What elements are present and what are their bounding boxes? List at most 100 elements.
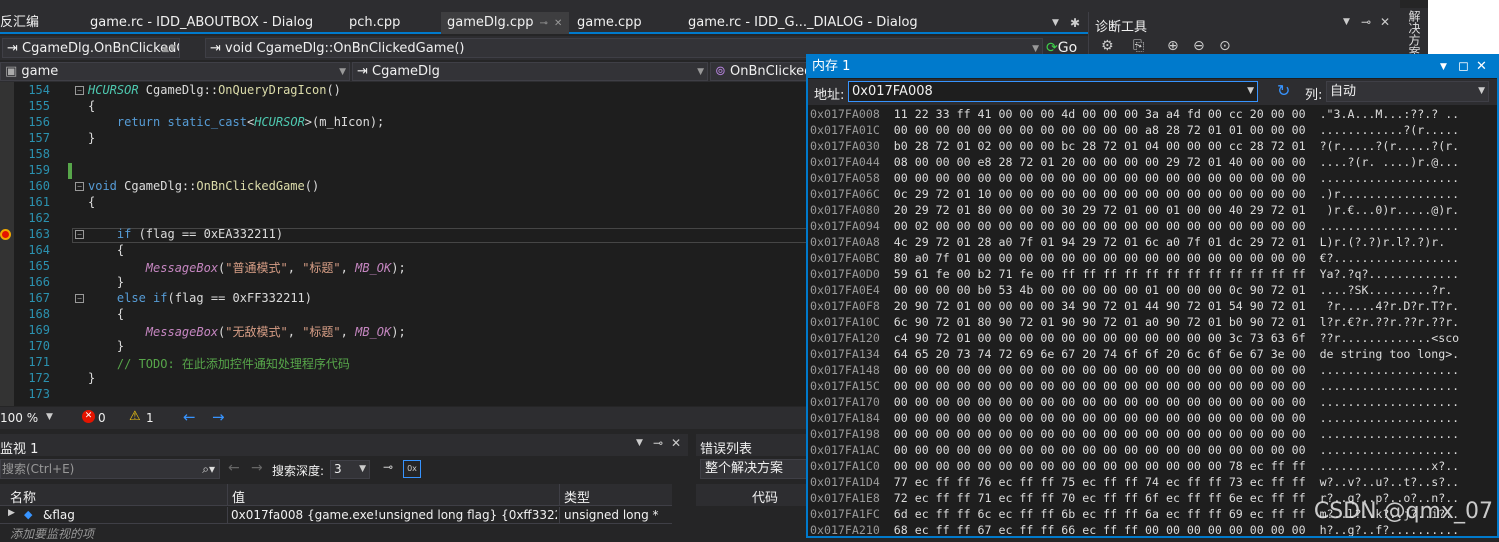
memory-row-ascii[interactable]: w?..v?..u?..t?..s?.. xyxy=(1320,475,1460,489)
memory-row-ascii[interactable]: )r.€...0)r.....@)r. xyxy=(1320,203,1460,217)
memory-row-ascii[interactable]: h?..g?..f?.......... xyxy=(1320,523,1460,536)
project-dropdown[interactable]: ▣ game▼ xyxy=(0,62,350,81)
watch-search-input[interactable]: 搜索(Ctrl+E) ⌕▾ xyxy=(0,459,220,479)
member-scope-dropdown[interactable]: ⊚ OnBnClicked xyxy=(710,62,808,81)
tab-overflow-icon[interactable]: ▼ xyxy=(1052,12,1059,34)
memory-row-hex[interactable]: 59 61 fe 00 b2 71 fe 00 ff ff ff ff ff f… xyxy=(880,267,1320,281)
solution-explorer-side-tab[interactable]: 解决方案 xyxy=(1400,8,1428,58)
memory-row[interactable]: 0x017FA030 b0 28 72 01 02 00 00 00 bc 28… xyxy=(810,138,1459,154)
memory-row-ascii[interactable]: ............?(r..... xyxy=(1320,123,1460,137)
code-line[interactable]: { xyxy=(88,195,95,209)
memory-row-ascii[interactable]: L)r.(?.?)r.l?.?)r. xyxy=(1320,235,1446,249)
memory-row-hex[interactable]: 00 00 00 00 00 00 00 00 00 00 00 00 00 0… xyxy=(880,171,1320,185)
pin-icon[interactable]: ⊸ xyxy=(653,436,663,450)
code-line[interactable]: { xyxy=(88,307,124,321)
memory-row[interactable]: 0x017FA0E4 00 00 00 00 b0 53 4b 00 00 00… xyxy=(810,282,1452,298)
memory-row[interactable]: 0x017FA1AC 00 00 00 00 00 00 00 00 00 00… xyxy=(810,442,1459,458)
memory-row[interactable]: 0x017FA0A8 4c 29 72 01 28 a0 7f 01 94 29… xyxy=(810,234,1445,250)
col-divider[interactable] xyxy=(227,484,228,506)
settings-gear-icon[interactable]: ⚙ xyxy=(1101,38,1114,54)
add-watch-hint[interactable]: 添加要监视的项 xyxy=(10,525,94,542)
memory-row-ascii[interactable]: l?r.€?r.??r.??r.??r. xyxy=(1320,315,1460,329)
export-icon[interactable]: ⎘ xyxy=(1133,38,1144,54)
maximize-icon[interactable]: ◻ xyxy=(1458,56,1469,78)
memory-row-hex[interactable]: 00 00 00 00 b0 53 4b 00 00 00 00 00 01 0… xyxy=(880,283,1320,297)
memory-row-ascii[interactable]: .................... xyxy=(1320,379,1460,393)
memory-row-ascii[interactable]: .................... xyxy=(1320,411,1460,425)
forward-arrow-icon[interactable]: → xyxy=(251,460,263,476)
memory-row-hex[interactable]: 00 00 00 00 00 00 00 00 00 00 00 00 a8 2… xyxy=(880,123,1320,137)
memory-row[interactable]: 0x017FA10C 6c 90 72 01 80 90 72 01 90 90… xyxy=(810,314,1459,330)
columns-dropdown[interactable]: 自动 ▼ xyxy=(1326,81,1489,102)
memory-row[interactable]: 0x017FA094 00 02 00 00 00 00 00 00 00 00… xyxy=(810,218,1459,234)
memory-row-ascii[interactable]: ?(r.....?(r.....?(r. xyxy=(1320,139,1460,153)
memory-row-hex[interactable]: 00 00 00 00 00 00 00 00 00 00 00 00 00 0… xyxy=(880,411,1320,425)
memory-row-hex[interactable]: c4 90 72 01 00 00 00 00 00 00 00 00 00 0… xyxy=(880,331,1320,345)
nav-forward-icon[interactable]: → xyxy=(212,408,225,426)
settings-gear-icon[interactable]: ✱ xyxy=(1070,12,1080,34)
code-line[interactable]: // TODO: 在此添加控件通知处理程序代码 xyxy=(88,355,350,372)
pin-watch-icon[interactable]: ⊸ xyxy=(383,460,393,474)
pin-icon[interactable]: ⊸ xyxy=(1361,15,1371,29)
pane-menu-icon[interactable]: ▼ xyxy=(1343,17,1350,27)
col-value-header[interactable]: 值 xyxy=(232,487,245,506)
nav-back-icon[interactable]: ← xyxy=(183,408,196,426)
memory-row-ascii[interactable]: .................... xyxy=(1320,395,1460,409)
pin-icon[interactable]: ⊸ xyxy=(540,18,548,29)
fold-collapse-icon[interactable]: − xyxy=(75,86,84,95)
memory-row-ascii[interactable]: .................... xyxy=(1320,171,1460,185)
memory-row-hex[interactable]: 00 00 00 00 00 00 00 00 00 00 00 00 00 0… xyxy=(880,443,1320,457)
code-editor[interactable]: 154−HCURSOR CgameDlg::OnQueryDragIcon()1… xyxy=(0,82,808,406)
memory-row[interactable]: 0x017FA0BC 80 a0 7f 01 00 00 00 00 00 00… xyxy=(810,250,1459,266)
memory-row-hex[interactable]: 20 90 72 01 00 00 00 00 34 90 72 01 44 9… xyxy=(880,299,1320,313)
code-line[interactable]: return static_cast<HCURSOR>(m_hIcon); xyxy=(88,115,384,129)
code-line[interactable]: } xyxy=(88,131,95,145)
memory-title-bar[interactable]: 内存 1 ▼ ◻ ✕ xyxy=(808,56,1497,78)
memory-row[interactable]: 0x017FA06C 0c 29 72 01 10 00 00 00 00 00… xyxy=(810,186,1459,202)
col-name-header[interactable]: 名称 xyxy=(10,487,36,506)
memory-row-hex[interactable]: 20 29 72 01 80 00 00 00 30 29 72 01 00 0… xyxy=(880,203,1320,217)
memory-row[interactable]: 0x017FA080 20 29 72 01 80 00 00 00 30 29… xyxy=(810,202,1459,218)
memory-row-hex[interactable]: 6d ec ff ff 6c ec ff ff 6b ec ff ff 6a e… xyxy=(880,507,1320,521)
close-icon[interactable]: ✕ xyxy=(1380,15,1390,29)
fold-collapse-icon[interactable]: − xyxy=(75,182,84,191)
pane-menu-icon[interactable]: ▼ xyxy=(636,438,643,448)
memory-row-ascii[interactable]: ....?SK.........?r. xyxy=(1320,283,1453,297)
close-icon[interactable]: ✕ xyxy=(671,436,681,450)
memory-row-ascii[interactable]: ................x?.. xyxy=(1320,459,1460,473)
code-line[interactable]: if (flag == 0xEA332211) xyxy=(88,227,283,241)
code-line[interactable]: MessageBox("普通模式", "标题", MB_OK); xyxy=(88,259,406,276)
zoom-level[interactable]: 100 % xyxy=(0,411,38,425)
memory-row-hex[interactable]: 00 00 00 00 00 00 00 00 00 00 00 00 00 0… xyxy=(880,395,1320,409)
memory-row-ascii[interactable]: ??r.............<sco xyxy=(1320,331,1460,345)
code-line[interactable]: } xyxy=(88,339,124,353)
memory-row-hex[interactable]: 68 ec ff ff 67 ec ff ff 66 ec ff ff 00 0… xyxy=(880,523,1320,536)
address-input[interactable]: 0x017FA008 ▼ xyxy=(848,81,1258,102)
memory-row[interactable]: 0x017FA01C 00 00 00 00 00 00 00 00 00 00… xyxy=(810,122,1459,138)
memory-row-ascii[interactable]: .................... xyxy=(1320,443,1460,457)
code-line[interactable]: HCURSOR CgameDlg::OnQueryDragIcon() xyxy=(88,83,341,97)
memory-row-hex[interactable]: 00 02 00 00 00 00 00 00 00 00 00 00 00 0… xyxy=(880,219,1320,233)
tab-aboutbox-dialog[interactable]: game.rc - IDD_ABOUTBOX - Dialog xyxy=(90,12,313,34)
watch-row[interactable]: ▶ ◆ &flag 0x017fa008 {game.exe!unsigned … xyxy=(0,507,672,524)
memory-row-ascii[interactable]: €?.................. xyxy=(1320,251,1460,265)
tab-gamedlg-cpp[interactable]: gameDlg.cpp⊸✕ xyxy=(441,12,569,34)
memory-row-hex[interactable]: 77 ec ff ff 76 ec ff ff 75 ec ff ff 74 e… xyxy=(880,475,1320,489)
pane-menu-icon[interactable]: ▼ xyxy=(1440,56,1447,78)
breakpoint-margin[interactable] xyxy=(0,82,14,406)
memory-row[interactable]: 0x017FA044 08 00 00 00 e8 28 72 01 20 00… xyxy=(810,154,1459,170)
zoom-chevron-icon[interactable]: ▼ xyxy=(46,412,53,422)
code-line[interactable]: else if(flag == 0xFF332211) xyxy=(88,291,312,305)
warning-count[interactable]: 1 xyxy=(146,411,154,425)
watch-row-value[interactable]: 0x017fa008 {game.exe!unsigned long flag}… xyxy=(231,508,557,522)
zoom-in-icon[interactable]: ⊕ xyxy=(1167,38,1179,54)
memory-dump[interactable]: 0x017FA008 11 22 33 ff 41 00 00 00 4d 00… xyxy=(808,105,1497,536)
memory-row-hex[interactable]: 00 00 00 00 00 00 00 00 00 00 00 00 00 0… xyxy=(880,427,1320,441)
memory-row-hex[interactable]: 11 22 33 ff 41 00 00 00 4d 00 00 00 3a a… xyxy=(880,107,1320,121)
memory-row[interactable]: 0x017FA008 11 22 33 ff 41 00 00 00 4d 00… xyxy=(810,106,1459,122)
memory-row-hex[interactable]: 08 00 00 00 e8 28 72 01 20 00 00 00 00 2… xyxy=(880,155,1320,169)
fold-collapse-icon[interactable]: − xyxy=(75,230,84,239)
memory-row-ascii[interactable]: Ya?.?q?............. xyxy=(1320,267,1460,281)
memory-row[interactable]: 0x017FA198 00 00 00 00 00 00 00 00 00 00… xyxy=(810,426,1459,442)
zoom-out-icon[interactable]: ⊖ xyxy=(1193,38,1205,54)
